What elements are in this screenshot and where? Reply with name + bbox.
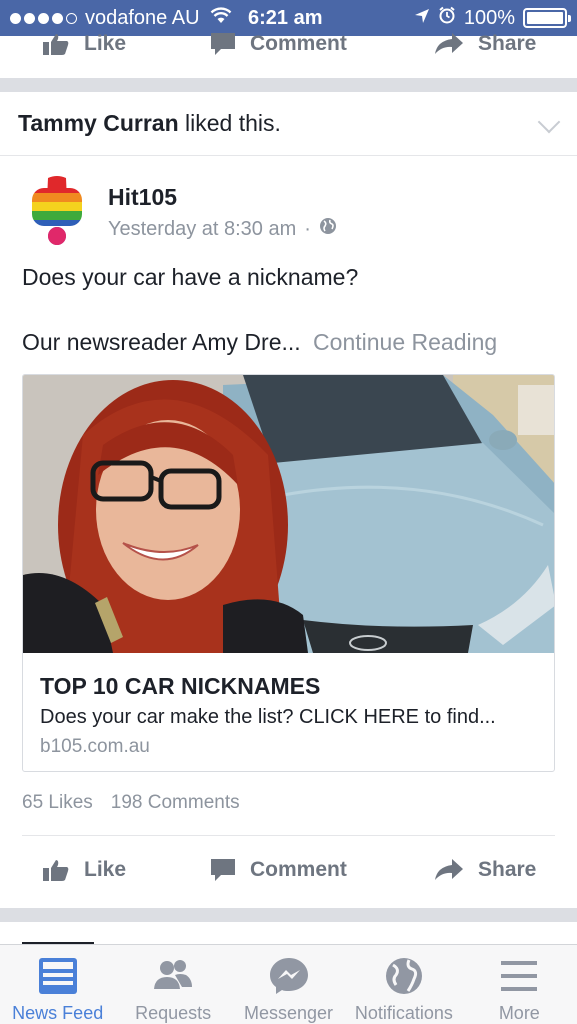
- feed-divider: [0, 908, 577, 922]
- status-bar: vodafone AU 6:21 am 100%: [0, 0, 577, 36]
- tab-label: Messenger: [243, 1003, 334, 1023]
- chevron-down-icon[interactable]: [537, 110, 561, 134]
- continue-reading-link[interactable]: Continue Reading: [313, 329, 497, 355]
- globe-icon: [385, 958, 422, 994]
- share-button[interactable]: Share: [434, 32, 536, 56]
- battery-icon: [523, 8, 571, 28]
- like-label: Like: [84, 32, 127, 55]
- tab-label: News Feed: [12, 1003, 104, 1023]
- link-title: TOP 10 CAR NICKNAMES: [40, 673, 321, 699]
- comments-count[interactable]: 198 Comments: [111, 792, 240, 814]
- thumbs-up-icon: [43, 34, 69, 55]
- menu-icon: [501, 961, 538, 991]
- link-domain: b105.com.au: [40, 736, 150, 757]
- post-meta: Yesterday at 8:30 am ·: [108, 217, 337, 241]
- like-button[interactable]: Like: [42, 32, 126, 56]
- comment-icon: [211, 33, 235, 55]
- like-button[interactable]: Like: [42, 858, 126, 882]
- comment-button[interactable]: Comment: [210, 858, 347, 882]
- link-preview-card[interactable]: TOP 10 CAR NICKNAMES Does your car make …: [22, 374, 555, 772]
- share-button[interactable]: Share: [434, 858, 536, 882]
- tab-label: Notifications: [354, 1003, 453, 1023]
- previous-story-actions: Like Comment Share: [0, 32, 577, 78]
- tab-label: More: [498, 1003, 540, 1023]
- post-timestamp[interactable]: Yesterday at 8:30 am: [108, 218, 296, 241]
- link-preview-image: [23, 375, 554, 653]
- location-arrow-icon: [414, 7, 430, 30]
- post-actions: Like Comment Share: [0, 850, 577, 896]
- comment-icon: [211, 859, 235, 881]
- feed-divider: [0, 78, 577, 92]
- carrier-name: vodafone AU: [85, 6, 200, 29]
- share-label: Share: [478, 858, 537, 881]
- likes-count[interactable]: 65 Likes: [22, 792, 93, 814]
- friend-requests-icon: [154, 960, 193, 989]
- post-text-line1: Does your car have a nickname?: [22, 264, 359, 290]
- like-label: Like: [84, 858, 127, 881]
- post-text-line2: Our newsreader Amy Dre... Continue Readi…: [22, 329, 497, 356]
- news-feed-icon: [38, 958, 77, 994]
- tab-more[interactable]: More: [462, 945, 577, 1024]
- comment-button[interactable]: Comment: [210, 32, 347, 56]
- comment-label: Comment: [250, 858, 347, 881]
- share-arrow-icon: [435, 33, 463, 54]
- link-description: Does your car make the list? CLICK HERE …: [40, 706, 496, 728]
- next-story: [0, 922, 577, 944]
- liked-text: liked this.: [178, 110, 281, 136]
- tab-notifications[interactable]: Notifications: [346, 945, 461, 1024]
- tab-requests[interactable]: Requests: [115, 945, 230, 1024]
- tab-news-feed[interactable]: News Feed: [0, 945, 115, 1024]
- thumbs-up-icon: [43, 860, 69, 881]
- wifi-icon: [210, 6, 232, 30]
- bottom-tab-bar: News Feed Requests Messenger Notificatio…: [0, 944, 577, 1024]
- page-name[interactable]: Hit105: [108, 184, 177, 211]
- share-arrow-icon: [435, 859, 463, 880]
- story-context-header: Tammy Curran liked this.: [0, 92, 577, 156]
- meta-separator: ·: [304, 217, 311, 240]
- tab-messenger[interactable]: Messenger: [231, 945, 346, 1024]
- post-text-excerpt: Our newsreader Amy Dre...: [22, 329, 301, 355]
- counts-divider: [22, 835, 555, 836]
- liker-name[interactable]: Tammy Curran: [18, 110, 179, 137]
- alarm-icon: [438, 6, 456, 30]
- comment-label: Comment: [250, 32, 347, 55]
- signal-strength-icon: [10, 12, 77, 24]
- battery-percentage: 100%: [463, 6, 515, 29]
- page-avatar[interactable]: [30, 176, 84, 246]
- reaction-counts: 65 Likes 198 Comments: [22, 792, 240, 814]
- share-label: Share: [478, 32, 537, 55]
- globe-privacy-icon: [319, 217, 337, 241]
- tab-label: Requests: [135, 1003, 212, 1023]
- clock-time: 6:21 am: [248, 6, 323, 29]
- messenger-icon: [269, 958, 308, 994]
